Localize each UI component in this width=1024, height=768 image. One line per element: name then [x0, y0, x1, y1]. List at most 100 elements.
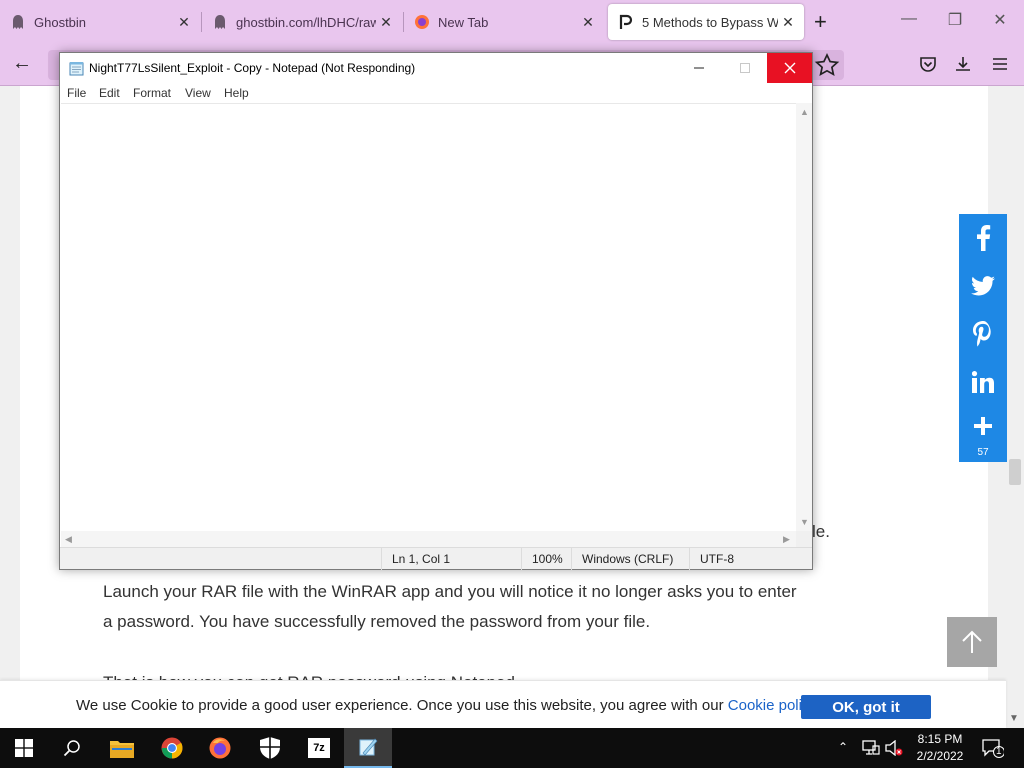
social-share-bar: 57: [959, 214, 1007, 462]
file-explorer-icon: [110, 741, 134, 758]
network-icon[interactable]: [862, 740, 880, 756]
menu-file[interactable]: File: [67, 86, 86, 100]
scroll-down-arrow-icon[interactable]: ▼: [800, 517, 809, 527]
tab-title: 5 Methods to Bypass WinRAR: [642, 14, 778, 30]
volume-muted-icon[interactable]: [885, 740, 903, 756]
tab-ghostbin-raw[interactable]: ghostbin.com/lhDHC/raw ✕: [202, 4, 402, 40]
tab-new-tab[interactable]: New Tab ✕: [404, 4, 604, 40]
downloads-icon[interactable]: [954, 55, 972, 73]
notepad-vertical-scrollbar[interactable]: ▲ ▼: [796, 103, 812, 531]
scroll-right-arrow-icon[interactable]: ▶: [783, 534, 790, 545]
linkedin-icon: [972, 371, 994, 393]
7zip-label: 7z: [313, 742, 325, 754]
show-hidden-icons-chevron-icon[interactable]: ⌃: [838, 740, 856, 756]
taskbar-notepad[interactable]: [344, 728, 392, 768]
notification-count: 1: [996, 746, 1002, 757]
tab-bypass-winrar[interactable]: 5 Methods to Bypass WinRAR ✕: [608, 4, 804, 40]
linkedin-share-button[interactable]: [959, 358, 1007, 406]
hamburger-menu-icon[interactable]: [991, 55, 1009, 73]
cookie-consent-bar: We use Cookie to provide a good user exp…: [0, 680, 1006, 728]
tab-title: New Tab: [438, 14, 489, 30]
taskbar-chrome[interactable]: [148, 728, 196, 768]
p-logo-icon: [619, 14, 633, 29]
arrow-up-icon: [962, 630, 982, 653]
taskbar-7zip[interactable]: 7z: [295, 728, 343, 768]
taskbar-clock[interactable]: 8:15 PM 2/2/2022: [904, 731, 976, 765]
cookie-text: We use Cookie to provide a good user exp…: [76, 697, 728, 714]
taskbar-windows-security[interactable]: [246, 728, 294, 768]
tab-ghostbin[interactable]: Ghostbin ✕: [0, 4, 200, 40]
facebook-share-button[interactable]: [959, 214, 1007, 262]
browser-restore-button[interactable]: ❐: [940, 10, 970, 30]
notepad-maximize-button[interactable]: [722, 53, 768, 83]
status-encoding: UTF-8: [689, 548, 812, 570]
menu-help[interactable]: Help: [224, 86, 249, 100]
plus-icon: [974, 417, 992, 435]
notepad-minimize-button[interactable]: [676, 53, 722, 83]
more-share-button[interactable]: [959, 406, 1007, 446]
status-cursor-position: Ln 1, Col 1: [381, 548, 521, 570]
scroll-up-arrow-icon[interactable]: ▲: [800, 107, 809, 117]
new-tab-button[interactable]: +: [814, 10, 827, 34]
taskbar-search-button[interactable]: [48, 728, 96, 768]
firefox-icon: [209, 737, 231, 759]
page-scrollbar[interactable]: [1006, 86, 1024, 728]
notepad-status-bar: Ln 1, Col 1 100% Windows (CRLF) UTF-8: [60, 547, 812, 570]
action-center-button[interactable]: 1: [982, 738, 1006, 758]
ghost-icon: [215, 15, 225, 29]
notepad-menu-bar: File Edit Format View Help: [60, 83, 812, 103]
notepad-text-area[interactable]: [61, 103, 796, 531]
twitter-icon: [971, 276, 995, 296]
browser-minimize-button[interactable]: —: [894, 10, 924, 28]
start-button[interactable]: [0, 728, 48, 768]
notepad-horizontal-scrollbar[interactable]: ◀ ▶: [61, 531, 796, 547]
menu-view[interactable]: View: [185, 86, 211, 100]
pinterest-icon: [973, 321, 991, 347]
tab-title: Ghostbin: [34, 14, 87, 30]
maximize-icon: [740, 63, 750, 73]
status-zoom: 100%: [521, 548, 571, 570]
tab-close-button[interactable]: ✕: [578, 14, 598, 31]
notepad-window: NightT77LsSilent_Exploit - Copy - Notepa…: [59, 52, 813, 570]
windows-taskbar: 7z ⌃ 8:15 PM 2/2/2022 1: [0, 728, 1024, 768]
notepad-title: NightT77LsSilent_Exploit - Copy - Notepa…: [89, 61, 416, 75]
notepad-title-bar[interactable]: NightT77LsSilent_Exploit - Copy - Notepa…: [60, 53, 812, 83]
notepad-close-button[interactable]: [767, 53, 812, 83]
tab-title: ghostbin.com/lhDHC/raw: [236, 14, 376, 30]
taskbar-firefox[interactable]: [196, 728, 244, 768]
share-count: 57: [977, 447, 989, 458]
bookmark-star-icon[interactable]: [814, 53, 840, 77]
tab-close-button[interactable]: ✕: [174, 14, 194, 31]
ghost-icon: [13, 15, 23, 29]
notepad-icon: [359, 738, 378, 756]
notepad-icon: [69, 62, 84, 76]
back-arrow-icon[interactable]: ←: [12, 52, 32, 75]
scroll-down-arrow-icon[interactable]: ▼: [1009, 713, 1019, 724]
scroll-left-arrow-icon[interactable]: ◀: [65, 534, 72, 545]
close-icon: [784, 62, 795, 74]
tab-close-button[interactable]: ✕: [778, 14, 798, 31]
cookie-accept-button[interactable]: OK, got it: [801, 695, 931, 719]
taskbar-file-explorer[interactable]: [98, 728, 146, 768]
menu-edit[interactable]: Edit: [99, 86, 120, 100]
7zip-icon: 7z: [308, 738, 330, 758]
clock-time: 8:15 PM: [917, 732, 963, 746]
browser-tab-strip: Ghostbin ✕ ghostbin.com/lhDHC/raw ✕ New …: [0, 0, 1024, 44]
windows-start-icon: [15, 739, 33, 757]
twitter-share-button[interactable]: [959, 262, 1007, 310]
pocket-icon[interactable]: [919, 55, 937, 73]
browser-close-button[interactable]: ✕: [985, 10, 1015, 30]
scroll-to-top-button[interactable]: [947, 617, 997, 667]
cookie-message: We use Cookie to provide a good user exp…: [76, 697, 820, 714]
article-paragraph: Launch your RAR file with the WinRAR app…: [103, 582, 797, 631]
resize-grip-icon[interactable]: [796, 531, 812, 547]
menu-format[interactable]: Format: [133, 86, 171, 100]
page-scrollbar-thumb[interactable]: [1009, 459, 1021, 485]
status-line-endings: Windows (CRLF): [571, 548, 689, 570]
tab-close-button[interactable]: ✕: [376, 14, 396, 31]
pinterest-share-button[interactable]: [959, 310, 1007, 358]
clock-date: 2/2/2022: [916, 749, 964, 763]
article-text-fragment: le.: [812, 522, 830, 541]
facebook-icon: [977, 225, 991, 251]
minimize-icon: [694, 67, 704, 69]
